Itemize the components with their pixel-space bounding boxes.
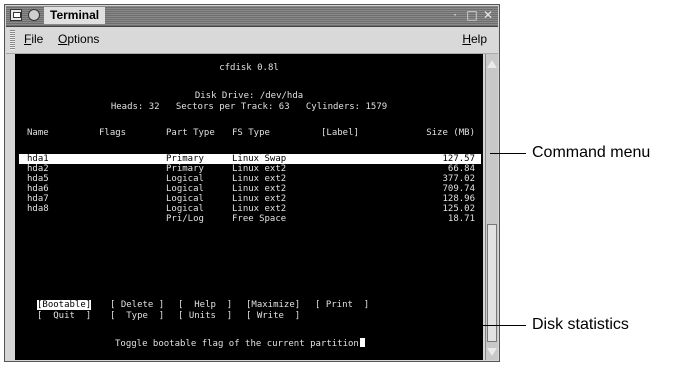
program-title: cfdisk 0.8l <box>219 63 279 73</box>
table-row-selected[interactable]: hda1 Primary Linux Swap 127.57 <box>19 154 481 164</box>
command-type[interactable]: [ Type ] <box>110 311 164 321</box>
row-part-type: Primary <box>166 164 204 174</box>
col-part-type: Part Type <box>166 128 215 138</box>
row-size: 18.71 <box>447 214 475 224</box>
row-size: 125.02 <box>442 204 475 214</box>
command-print[interactable]: [ Print ] <box>315 300 369 310</box>
disk-geometry: Heads: 32 Sectors per Track: 63 Cylinder… <box>110 102 388 112</box>
row-part-type: Primary <box>166 154 204 164</box>
command-menu-leader-line <box>490 153 526 154</box>
scroll-down-arrow-icon[interactable] <box>487 348 497 356</box>
row-size: 709.74 <box>442 184 475 194</box>
disk-drive: Disk Drive: /dev/hda <box>194 91 304 101</box>
pin-icon[interactable] <box>28 9 40 21</box>
command-units[interactable]: [ Units ] <box>178 311 232 321</box>
close-icon[interactable]: ✕ <box>481 8 495 23</box>
row-name: hda2 <box>27 164 49 174</box>
row-name: hda1 <box>27 154 49 164</box>
disk-statistics-callout: Disk statistics <box>532 316 629 333</box>
text-cursor <box>359 338 365 347</box>
row-fs-type: Linux ext2 <box>232 194 287 204</box>
menu-file[interactable]: File <box>24 32 43 46</box>
row-part-type: Logical <box>166 204 204 214</box>
row-fs-type: Linux ext2 <box>232 204 287 214</box>
row-fs-type: Linux ext2 <box>232 174 287 184</box>
status-line: Toggle bootable flag of the current part… <box>115 338 365 349</box>
command-bootable[interactable]: [Bootable] <box>37 300 92 310</box>
row-part-type: Logical <box>166 194 204 204</box>
row-part-type: Logical <box>166 184 204 194</box>
terminal-screen[interactable]: cfdisk 0.8l Disk Drive: /dev/hda Heads: … <box>15 54 483 360</box>
row-size: 127.57 <box>442 154 475 164</box>
row-name: hda6 <box>27 184 49 194</box>
row-name: hda5 <box>27 174 49 184</box>
command-maximize[interactable]: [Maximize] <box>246 300 300 310</box>
terminal-window: Terminal · □ ✕ File Options Help cfdisk … <box>4 4 500 362</box>
row-fs-type: Linux ext2 <box>232 184 287 194</box>
col-size: Size (MB) <box>426 128 475 138</box>
row-fs-type: Free Space <box>232 214 287 224</box>
row-fs-type: Linux ext2 <box>232 164 287 174</box>
window-title: Terminal <box>44 7 106 24</box>
vertical-scrollbar[interactable] <box>485 54 498 360</box>
row-name: hda7 <box>27 194 49 204</box>
row-size: 66.84 <box>447 164 475 174</box>
row-size: 377.02 <box>442 174 475 184</box>
col-label: [Label] <box>321 128 359 138</box>
col-fs-type: FS Type <box>232 128 270 138</box>
title-bar[interactable]: Terminal · □ ✕ <box>6 6 498 27</box>
minimize-icon[interactable]: · <box>448 8 462 23</box>
command-write[interactable]: [ Write ] <box>246 311 300 321</box>
row-name: hda8 <box>27 204 49 214</box>
command-menu-callout: Command menu <box>532 144 651 161</box>
maximize-icon[interactable]: □ <box>465 8 479 23</box>
menubar-grip-icon[interactable] <box>10 30 15 50</box>
menu-options[interactable]: Options <box>58 32 99 46</box>
row-part-type: Pri/Log <box>166 214 204 224</box>
window-menu-icon[interactable] <box>10 9 22 21</box>
col-flags: Flags <box>99 128 127 138</box>
menu-bar: File Options Help <box>6 27 498 54</box>
row-size: 128.96 <box>442 194 475 204</box>
row-fs-type: Linux Swap <box>232 154 287 164</box>
command-help[interactable]: [ Help ] <box>178 300 232 310</box>
row-part-type: Logical <box>166 174 204 184</box>
col-name: Name <box>27 128 49 138</box>
menu-help[interactable]: Help <box>462 32 487 46</box>
command-delete[interactable]: [ Delete ] <box>110 300 164 310</box>
scroll-up-arrow-icon[interactable] <box>487 60 497 68</box>
disk-statistics-leader-line <box>390 325 526 326</box>
command-quit[interactable]: [ Quit ] <box>37 311 91 321</box>
